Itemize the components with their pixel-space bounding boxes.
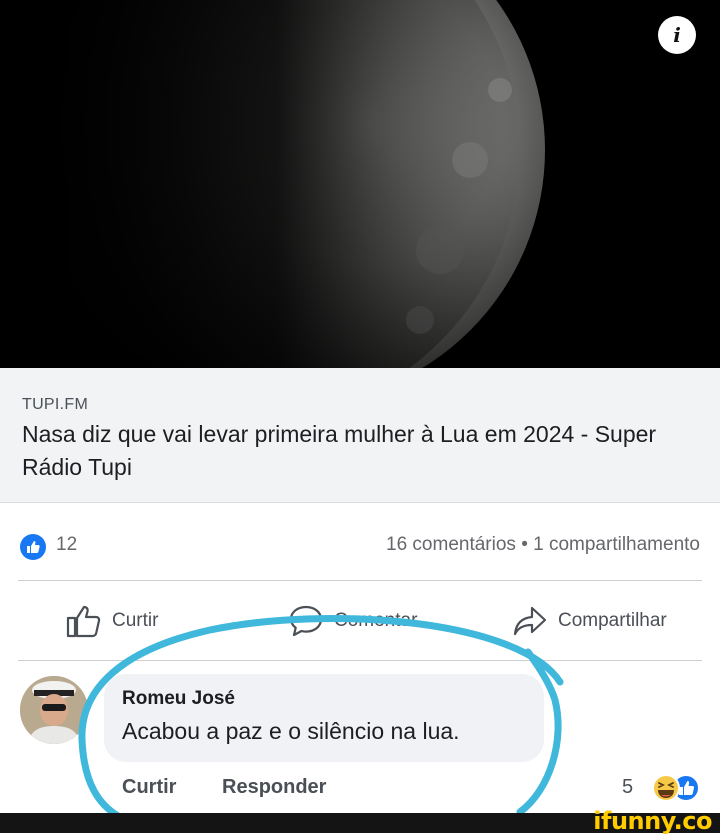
watermark-logo: ifunny.co xyxy=(593,807,712,835)
reaction-stats: 12 16 comentários • 1 compartilhamento xyxy=(0,520,720,564)
share-button[interactable]: Compartilhar xyxy=(512,604,667,638)
thumbs-up-icon xyxy=(66,605,101,638)
info-icon[interactable]: i xyxy=(658,16,696,54)
like-label: Curtir xyxy=(112,610,159,631)
comment-reactions[interactable] xyxy=(642,772,702,804)
divider xyxy=(18,660,702,661)
watermark-bar: ifunny.co xyxy=(0,807,720,835)
post-actions: Curtir Comentar Compartilhar xyxy=(0,592,720,652)
comment-label: Comentar xyxy=(334,610,418,631)
link-preview[interactable]: TUPI.FM Nasa diz que vai levar primeira … xyxy=(0,368,720,503)
comment-reply-button[interactable]: Responder xyxy=(222,776,326,799)
comment-like-button[interactable]: Curtir xyxy=(122,776,176,799)
like-count[interactable]: 12 xyxy=(56,534,77,556)
moon-illustration xyxy=(0,0,545,368)
like-button[interactable]: Curtir xyxy=(66,604,158,638)
comment-reaction-count[interactable]: 5 xyxy=(622,776,633,799)
link-title[interactable]: Nasa diz que vai levar primeira mulher à… xyxy=(22,418,702,484)
share-label: Compartilhar xyxy=(558,610,667,631)
comments-shares-summary[interactable]: 16 comentários • 1 compartilhamento xyxy=(386,534,700,556)
divider xyxy=(18,580,702,581)
comment: Romeu José Acabou a paz e o silêncio na … xyxy=(0,668,720,818)
haha-emoji-icon xyxy=(652,774,680,802)
comment-button[interactable]: Comentar xyxy=(288,604,417,638)
avatar[interactable] xyxy=(20,676,88,744)
comment-text: Acabou a paz e o silêncio na lua. xyxy=(122,718,460,744)
comment-bubble: Romeu José Acabou a paz e o silêncio na … xyxy=(104,674,544,762)
like-reaction-icon[interactable] xyxy=(20,534,46,560)
comment-icon xyxy=(289,605,323,637)
comment-author[interactable]: Romeu José xyxy=(122,688,235,710)
post-image[interactable]: i xyxy=(0,0,720,368)
share-icon xyxy=(513,606,547,636)
link-source: TUPI.FM xyxy=(22,396,89,413)
